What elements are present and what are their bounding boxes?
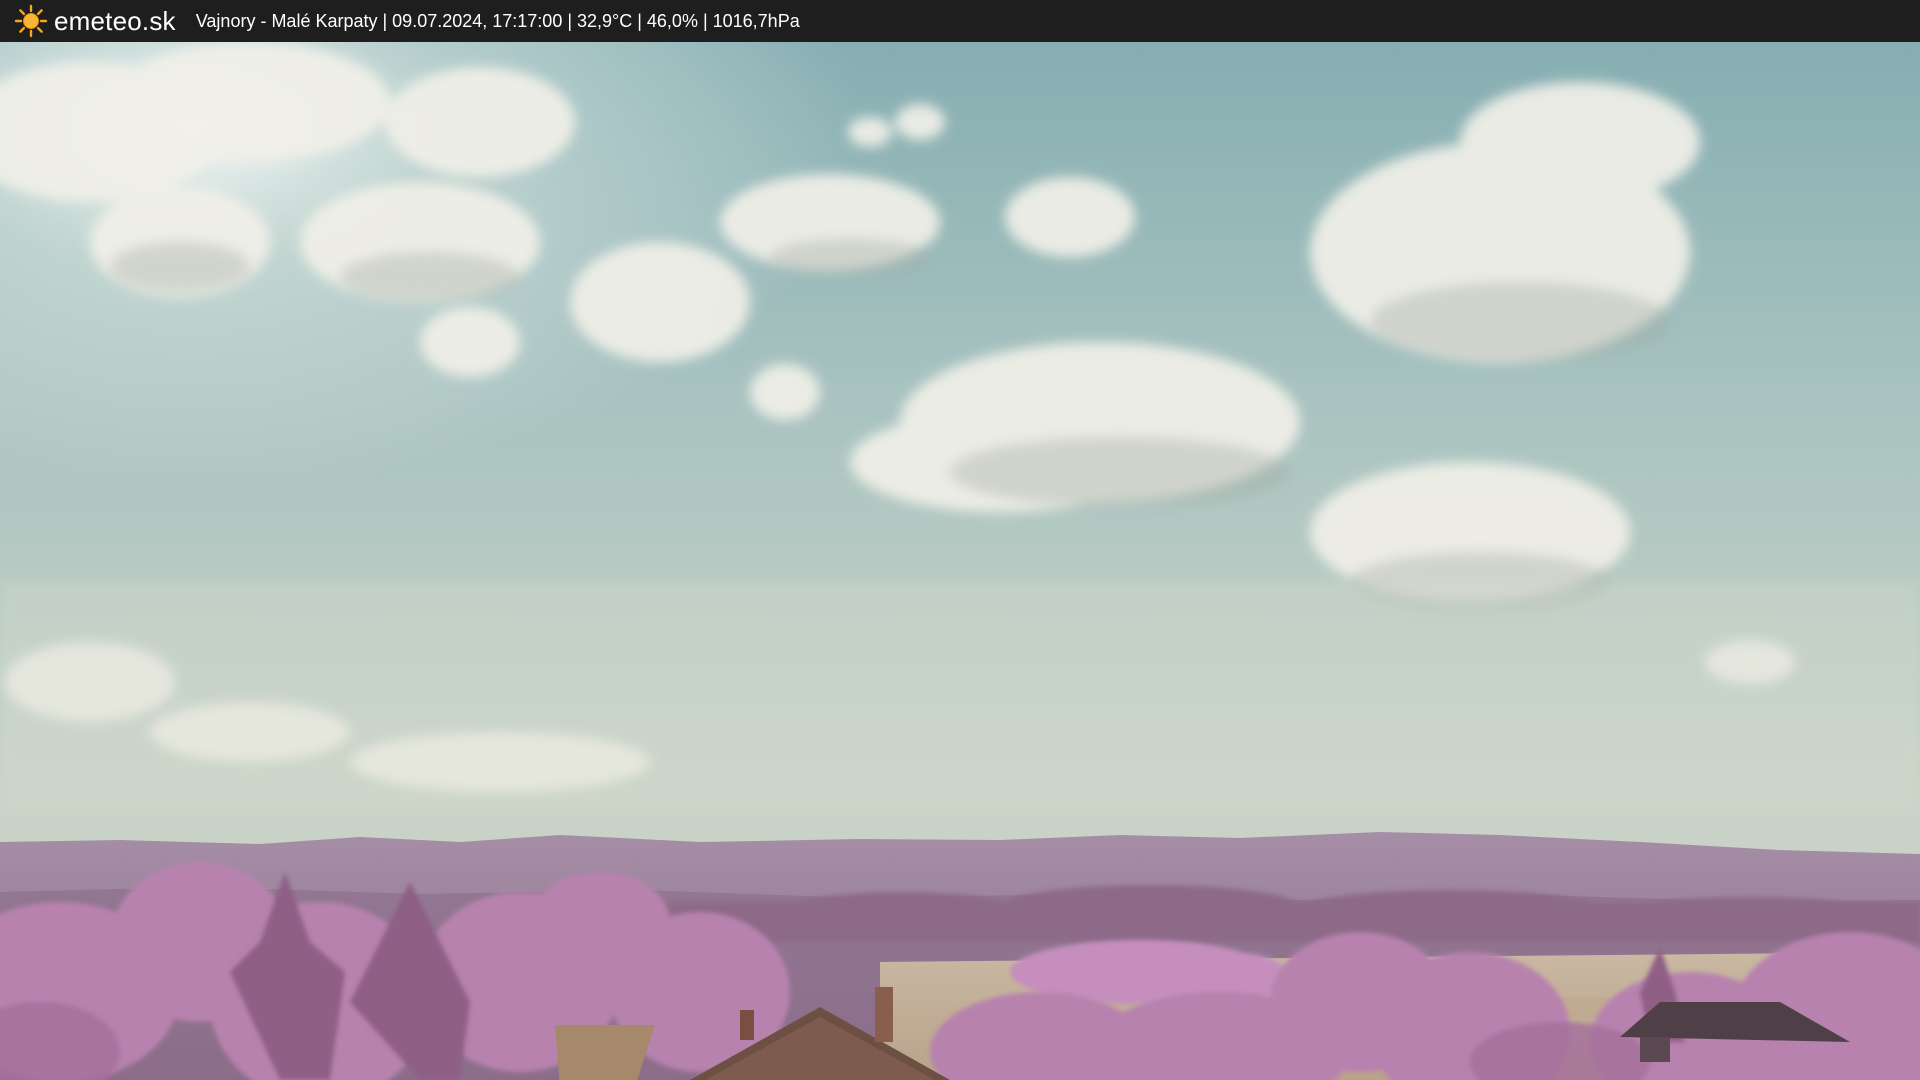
webcam-view: emeteo.sk Vajnory - Malé Karpaty | 09.07… <box>0 0 1920 1080</box>
camera-image <box>0 42 1920 1080</box>
brand-name: emeteo.sk <box>54 5 176 36</box>
sun-icon <box>14 4 48 38</box>
caption-bar: emeteo.sk Vajnory - Malé Karpaty | 09.07… <box>0 0 1920 42</box>
station-caption: Vajnory - Malé Karpaty | 09.07.2024, 17:… <box>195 10 800 31</box>
brand[interactable]: emeteo.sk <box>14 4 176 38</box>
